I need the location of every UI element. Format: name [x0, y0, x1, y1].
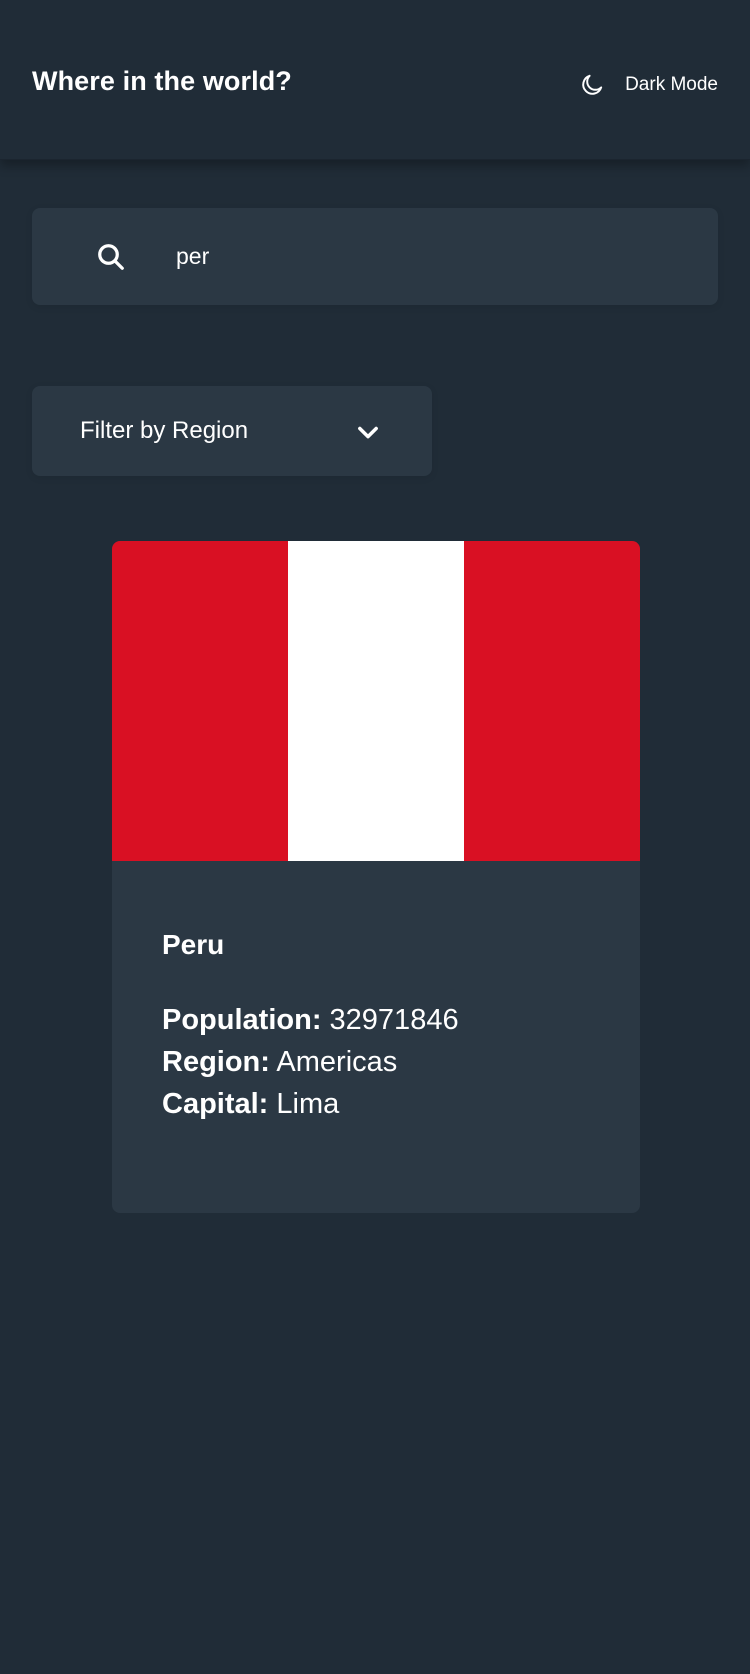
- country-card[interactable]: Peru Population: 32971846 Region: Americ…: [112, 541, 640, 1213]
- card-body: Peru Population: 32971846 Region: Americ…: [162, 929, 602, 1125]
- country-name: Peru: [162, 929, 225, 960]
- chevron-down-icon: [358, 426, 378, 439]
- population-detail: Population: 32971846: [162, 999, 602, 1041]
- app-header: Where in the world? Dark Mode: [0, 0, 750, 160]
- region-filter-label: Filter by Region: [80, 417, 249, 444]
- dark-mode-toggle[interactable]: Dark Mode: [579, 72, 718, 98]
- flag-stripe: [464, 541, 640, 861]
- capital-detail: Capital: Lima: [162, 1083, 602, 1125]
- region-detail: Region: Americas: [162, 1041, 602, 1083]
- population-value: 32971846: [329, 1004, 459, 1036]
- region-value: Americas: [276, 1046, 398, 1078]
- search-icon: [98, 244, 124, 270]
- region-filter-dropdown[interactable]: Filter by Region: [32, 386, 432, 476]
- flag-stripe: [288, 541, 464, 861]
- app-title: Where in the world?: [32, 66, 292, 96]
- population-label: Population:: [162, 1004, 322, 1036]
- search-input[interactable]: [144, 208, 684, 305]
- country-flag: [112, 541, 640, 861]
- moon-icon: [582, 74, 603, 95]
- search-bar[interactable]: [32, 208, 718, 305]
- capital-value: Lima: [276, 1088, 340, 1120]
- capital-label: Capital:: [162, 1088, 269, 1120]
- dark-mode-label: Dark Mode: [625, 74, 718, 95]
- flag-stripe: [112, 541, 288, 861]
- region-label: Region:: [162, 1046, 270, 1078]
